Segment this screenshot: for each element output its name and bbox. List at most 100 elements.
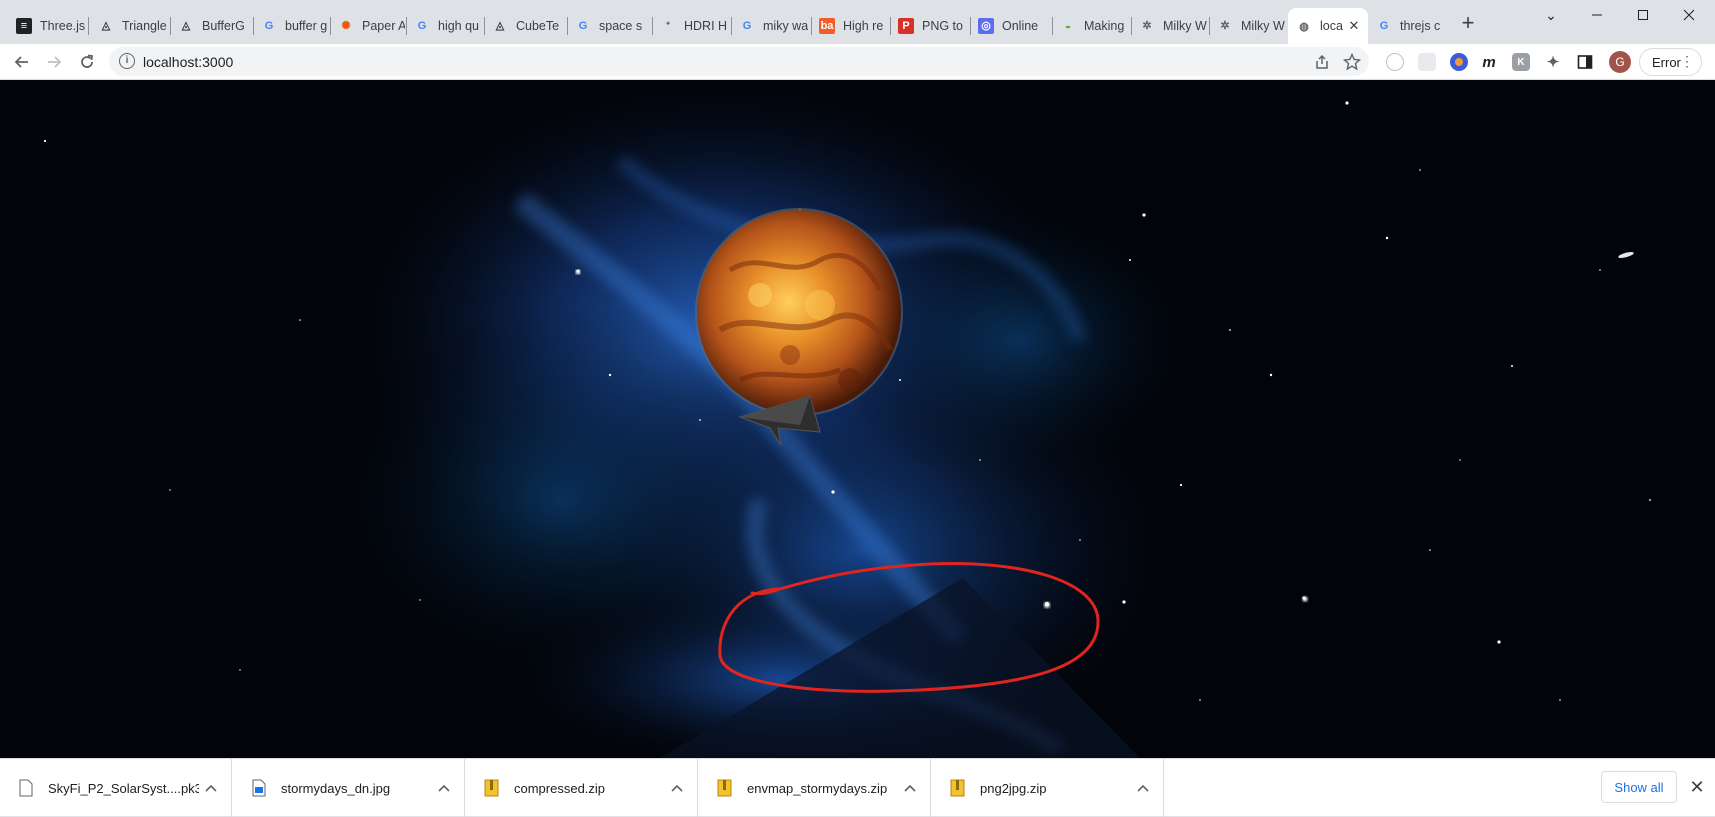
- extension-circle-icon[interactable]: [1386, 53, 1404, 71]
- unity-icon: ✲: [1142, 20, 1152, 32]
- chevron-up-icon[interactable]: [199, 781, 223, 795]
- tab-strip: ≡ Three.js ◬ Triangle ◬ BufferG Gbuffer g ✺ Pape…: [0, 0, 1715, 44]
- tab-search-icon[interactable]: ⌄: [1528, 0, 1574, 30]
- google-icon: G: [1379, 19, 1389, 32]
- tab-title: space s: [599, 18, 643, 33]
- online-converter-icon: ◎: [978, 17, 994, 34]
- tab-11[interactable]: P PNG to: [890, 9, 969, 42]
- threejs-triangle-icon: ◬: [495, 20, 505, 32]
- new-tab-button[interactable]: +: [1457, 12, 1479, 35]
- space-scene: [43, 80, 1651, 758]
- chevron-up-icon[interactable]: [665, 781, 689, 795]
- unity-icon: ✲: [1220, 20, 1230, 32]
- tab-separator: [88, 17, 89, 35]
- site-info-icon[interactable]: i: [119, 53, 135, 69]
- tab-title: CubeTe: [516, 18, 560, 33]
- download-item[interactable]: png2jpg.zip: [932, 759, 1164, 817]
- download-filename: SkyFi_P2_SolarSyst....pk3: [48, 780, 199, 796]
- extension-k-icon[interactable]: K: [1512, 53, 1530, 71]
- tab-title: buffer g: [285, 18, 328, 33]
- tab-title: Making: [1084, 18, 1125, 33]
- tab-6[interactable]: ◬ CubeTe: [484, 9, 566, 42]
- extension-blue-icon[interactable]: [1450, 53, 1468, 71]
- extensions-puzzle-icon[interactable]: ✦: [1544, 53, 1562, 71]
- tab-title: loca: [1320, 19, 1343, 33]
- android-icon: ◒: [1064, 19, 1072, 32]
- side-panel-icon[interactable]: [1576, 53, 1594, 71]
- hdri-haven-icon: ᐩ: [665, 20, 671, 32]
- image-file-icon: [251, 779, 267, 797]
- tab-title: Milky W: [1163, 18, 1207, 33]
- threejs-triangle-icon: ◬: [181, 20, 191, 32]
- download-filename: envmap_stormydays.zip: [747, 780, 888, 796]
- extension-grey-icon[interactable]: [1418, 53, 1436, 71]
- browser-toolbar: i localhost:3000 m K ✦ G Error ⋮: [0, 44, 1715, 80]
- threejs-canvas[interactable]: [0, 80, 1715, 758]
- pinwheel-icon: ✺: [341, 20, 351, 32]
- tab-title: Milky W: [1241, 18, 1285, 33]
- tab-title: high qu: [438, 18, 480, 33]
- profile-avatar[interactable]: G: [1609, 51, 1631, 73]
- google-icon: G: [264, 19, 274, 32]
- close-tab-icon[interactable]: ✕: [1346, 18, 1362, 34]
- minimize-icon[interactable]: [1574, 0, 1620, 30]
- tab-1[interactable]: ◬ Triangle: [90, 9, 169, 42]
- tab-title: PNG to: [922, 18, 963, 33]
- tab-5[interactable]: Ghigh qu: [406, 9, 483, 42]
- tab-15[interactable]: ✲ Milky W: [1209, 9, 1287, 42]
- tab-7[interactable]: Gspace s: [567, 9, 651, 42]
- close-window-icon[interactable]: [1666, 0, 1712, 30]
- zip-file-icon: [950, 779, 966, 797]
- close-shelf-icon[interactable]: ✕: [1686, 776, 1708, 798]
- tab-3[interactable]: Gbuffer g: [253, 9, 329, 42]
- download-item[interactable]: stormydays_dn.jpg: [233, 759, 465, 817]
- chevron-up-icon[interactable]: [432, 781, 456, 795]
- download-filename: stormydays_dn.jpg: [281, 780, 391, 796]
- chevron-up-icon[interactable]: [898, 781, 922, 795]
- tab-title: Online: [1002, 18, 1039, 33]
- png-jpg-icon: P: [898, 17, 914, 34]
- download-shelf: Show all ✕ SkyFi_P2_SolarSyst....pk3 stor…: [0, 758, 1715, 817]
- address-bar[interactable]: i localhost:3000: [109, 47, 1369, 76]
- reload-icon[interactable]: [75, 50, 99, 74]
- threejs-doc-icon: ≡: [16, 17, 32, 34]
- tab-2[interactable]: ◬ BufferG: [170, 9, 252, 42]
- tab-4[interactable]: ✺ Paper A: [330, 9, 405, 42]
- show-all-button[interactable]: Show all: [1601, 771, 1677, 803]
- tab-8[interactable]: ᐩ HDRI H: [652, 9, 730, 42]
- tab-title: threjs c: [1400, 18, 1441, 33]
- tab-title: Three.js: [40, 18, 86, 33]
- back-arrow-icon[interactable]: [10, 50, 34, 74]
- tab-title: Triangle: [122, 18, 167, 33]
- tab-title: Paper A: [362, 18, 405, 33]
- tab-13[interactable]: ◒ Making: [1052, 9, 1130, 42]
- download-item[interactable]: SkyFi_P2_SolarSyst....pk3: [0, 759, 232, 817]
- download-filename: png2jpg.zip: [980, 780, 1047, 796]
- tab-0[interactable]: ≡ Three.js: [8, 9, 87, 42]
- google-icon: G: [417, 19, 427, 32]
- profile-error-button[interactable]: Error ⋮: [1639, 48, 1702, 76]
- tab-10[interactable]: ba High re: [811, 9, 889, 42]
- bookmark-star-icon[interactable]: [1340, 50, 1364, 74]
- menu-kebab-icon[interactable]: ⋮: [1680, 53, 1694, 70]
- tab-title: High re: [843, 18, 884, 33]
- chevron-up-icon[interactable]: [1131, 781, 1155, 795]
- maximize-icon[interactable]: [1620, 0, 1666, 30]
- forward-arrow-icon[interactable]: [42, 50, 66, 74]
- download-item[interactable]: envmap_stormydays.zip: [699, 759, 931, 817]
- tab-title: BufferG: [202, 18, 245, 33]
- tab-16[interactable]: ◍ loca ✕: [1288, 8, 1368, 44]
- tab-title: miky wa: [763, 18, 809, 33]
- tab-title: HDRI H: [684, 18, 728, 33]
- download-filename: compressed.zip: [514, 780, 606, 796]
- extension-m-icon[interactable]: m: [1480, 53, 1498, 71]
- tab-12[interactable]: ◎ Online: [970, 9, 1051, 42]
- zip-file-icon: [717, 779, 733, 797]
- url-text[interactable]: localhost:3000: [143, 54, 233, 70]
- tab-17[interactable]: Gthrejs c: [1368, 9, 1448, 42]
- share-icon[interactable]: [1310, 50, 1334, 74]
- download-item[interactable]: compressed.zip: [466, 759, 698, 817]
- tab-14[interactable]: ✲ Milky W: [1131, 9, 1208, 42]
- globe-icon: ◍: [1299, 20, 1309, 33]
- tab-9[interactable]: Gmiky wa: [731, 9, 810, 42]
